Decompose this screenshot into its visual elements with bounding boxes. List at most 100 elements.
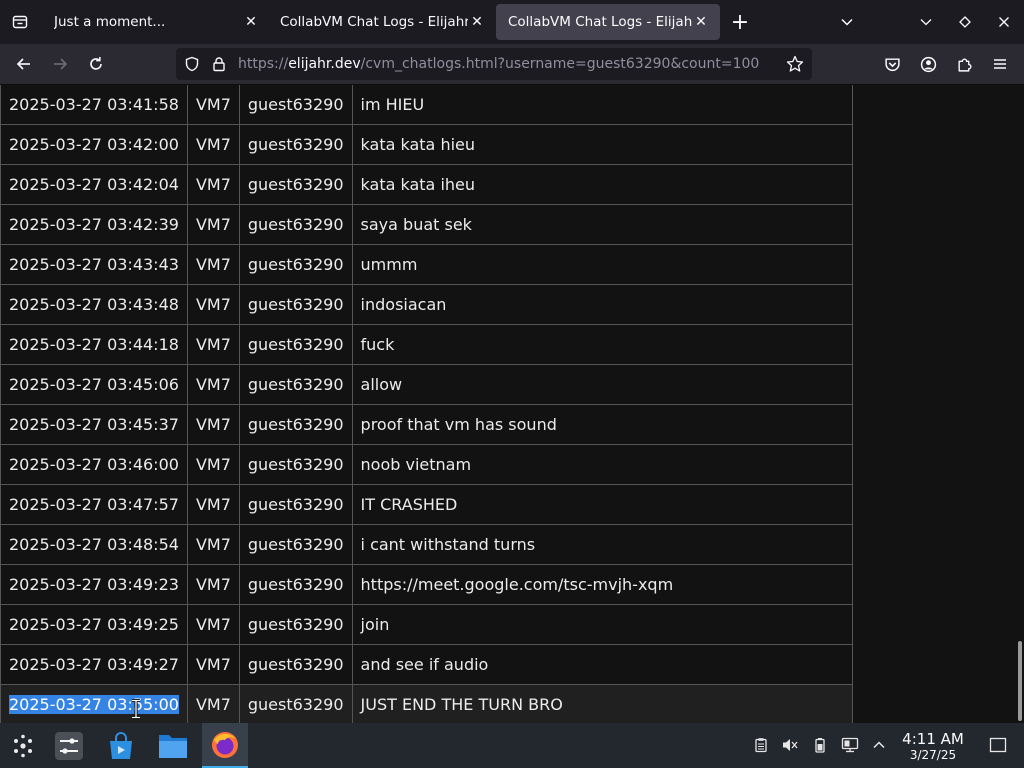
app-menu-button[interactable] (985, 49, 1015, 79)
account-icon (920, 56, 936, 72)
timestamp-cell: 2025-03-27 03:42:00 (0, 124, 188, 165)
firefox-icon (212, 731, 238, 758)
tab-collabvm-chat-logs[interactable]: CollabVM Chat Logs - Elijahr's ✕ (268, 4, 496, 40)
username-cell: guest63290 (238, 644, 353, 685)
message-cell: kata kata iheu (351, 164, 853, 205)
network-wired-icon[interactable] (839, 734, 861, 756)
username-cell: guest63290 (238, 524, 353, 565)
hamburger-menu-icon (994, 59, 1006, 69)
digital-clock[interactable]: 4:11 AM 3/27/25 (896, 730, 970, 762)
application-launcher-icon (14, 734, 32, 757)
url-text[interactable]: https://elijahr.dev/cvm_chatlogs.html?us… (238, 48, 759, 80)
username-cell: guest63290 (238, 124, 353, 165)
username-cell: guest63290 (238, 484, 353, 525)
puzzle-piece-icon (957, 58, 972, 72)
application-launcher[interactable] (0, 723, 46, 768)
url-path: /cvm_chatlogs.html?username=guest63290&c… (360, 56, 760, 72)
timestamp-cell: 2025-03-27 03:49:23 (0, 564, 188, 605)
url-host: elijahr.dev (288, 56, 361, 72)
minimize-button[interactable] (911, 7, 941, 37)
address-bar[interactable]: https://elijahr.dev/cvm_chatlogs.html?us… (176, 48, 812, 80)
tray-expand-chevron-up-icon[interactable] (868, 734, 890, 756)
tab-collabvm-chat-logs-active[interactable]: CollabVM Chat Logs - Elijahr's ✕ (496, 4, 720, 40)
tab-just-a-moment[interactable]: Just a moment... ✕ (42, 4, 270, 40)
volume-muted-icon[interactable] (779, 734, 801, 756)
message-cell: noob vietnam (351, 444, 853, 485)
taskbar-file-manager[interactable] (150, 723, 196, 768)
timestamp-cell: 2025-03-27 03:46:00 (0, 444, 188, 485)
tab-label: CollabVM Chat Logs - Elijahr's (280, 14, 468, 30)
username-cell: guest63290 (238, 684, 353, 723)
table-row: 2025-03-27 03:44:18 VM7 guest63290 fuck (0, 324, 853, 365)
table-row: 2025-03-27 03:43:43 VM7 guest63290 ummm (0, 244, 853, 285)
file-manager-icon (159, 734, 187, 758)
system-settings-icon (55, 731, 83, 760)
tab-close-icon[interactable]: ✕ (242, 14, 260, 30)
new-tab-button[interactable]: + (725, 7, 755, 37)
vm-cell: VM7 (186, 85, 240, 125)
username-cell: guest63290 (238, 85, 353, 125)
vertical-scrollbar[interactable] (1018, 641, 1022, 721)
selected-timestamp-text: 2025-03-27 03:55:00 (9, 695, 179, 714)
timestamp-cell: 2025-03-27 03:49:27 (0, 644, 188, 685)
timestamp-cell: 2025-03-27 03:49:25 (0, 604, 188, 645)
vm-cell: VM7 (186, 364, 240, 405)
clipboard-icon[interactable] (750, 734, 772, 756)
timestamp-cell: 2025-03-27 03:45:06 (0, 364, 188, 405)
timestamp-cell: 2025-03-27 03:42:39 (0, 204, 188, 245)
taskbar-firefox[interactable] (202, 723, 248, 768)
message-cell: im HIEU (351, 85, 853, 125)
clock-date: 3/27/25 (909, 748, 957, 762)
vm-cell: VM7 (186, 644, 240, 685)
taskbar-system-settings[interactable] (46, 723, 92, 768)
reload-button[interactable] (81, 49, 111, 79)
lock-icon[interactable] (211, 56, 227, 76)
show-desktop-icon[interactable] (987, 734, 1009, 756)
table-row: 2025-03-27 03:42:39 VM7 guest63290 saya bua… (0, 204, 853, 245)
table-row: 2025-03-27 03:42:04 VM7 guest63290 kata kat… (0, 164, 853, 205)
vm-cell: VM7 (186, 284, 240, 325)
tab-close-icon[interactable]: ✕ (468, 14, 486, 30)
taskbar-discover[interactable] (98, 723, 144, 768)
plus-icon: + (730, 9, 750, 35)
firefox-view-icon (12, 15, 28, 29)
timestamp-cell: 2025-03-27 03:44:18 (0, 324, 188, 365)
close-icon (999, 17, 1009, 27)
username-cell: guest63290 (238, 324, 353, 365)
close-window-button[interactable] (989, 7, 1019, 37)
arrow-right-icon (54, 58, 68, 70)
maximize-icon (959, 16, 971, 28)
account-button[interactable] (913, 49, 943, 79)
list-all-tabs-button[interactable] (832, 7, 862, 37)
clock-time: 4:11 AM (902, 730, 964, 748)
vm-cell: VM7 (186, 444, 240, 485)
vm-cell: VM7 (186, 164, 240, 205)
tab-close-icon[interactable]: ✕ (692, 14, 710, 30)
forward-button[interactable] (45, 49, 75, 79)
table-row: 2025-03-27 03:45:37 VM7 guest63290 proof th… (0, 404, 853, 445)
extensions-button[interactable] (949, 49, 979, 79)
table-row: 2025-03-27 03:41:58 VM7 guest63290 im HIEU (0, 85, 853, 125)
timestamp-cell: 2025-03-27 03:43:48 (0, 284, 188, 325)
maximize-button[interactable] (950, 7, 980, 37)
back-button[interactable] (9, 49, 39, 79)
table-row: 2025-03-27 03:42:00 VM7 guest63290 kata kat… (0, 124, 853, 165)
discover-icon (110, 731, 132, 759)
table-row: 2025-03-27 03:49:27 VM7 guest63290 and see … (0, 644, 853, 685)
vm-cell: VM7 (186, 204, 240, 245)
bookmark-star-icon[interactable] (786, 55, 804, 77)
timestamp-cell: 2025-03-27 03:47:57 (0, 484, 188, 525)
pocket-button[interactable] (877, 49, 907, 79)
table-row: 2025-03-27 03:49:25 VM7 guest63290 join (0, 604, 853, 645)
vm-cell: VM7 (186, 524, 240, 565)
tracking-protection-shield-icon[interactable] (184, 56, 200, 76)
navigation-toolbar: https://elijahr.dev/cvm_chatlogs.html?us… (0, 44, 1024, 85)
username-cell: guest63290 (238, 444, 353, 485)
username-cell: guest63290 (238, 244, 353, 285)
message-cell: i cant withstand turns (351, 524, 853, 565)
table-row: 2025-03-27 03:43:48 VM7 guest63290 indosiac… (0, 284, 853, 325)
timestamp-cell: 2025-03-27 03:45:37 (0, 404, 188, 445)
vm-cell: VM7 (186, 484, 240, 525)
battery-icon[interactable] (809, 734, 831, 756)
firefox-view-button[interactable] (5, 7, 35, 37)
